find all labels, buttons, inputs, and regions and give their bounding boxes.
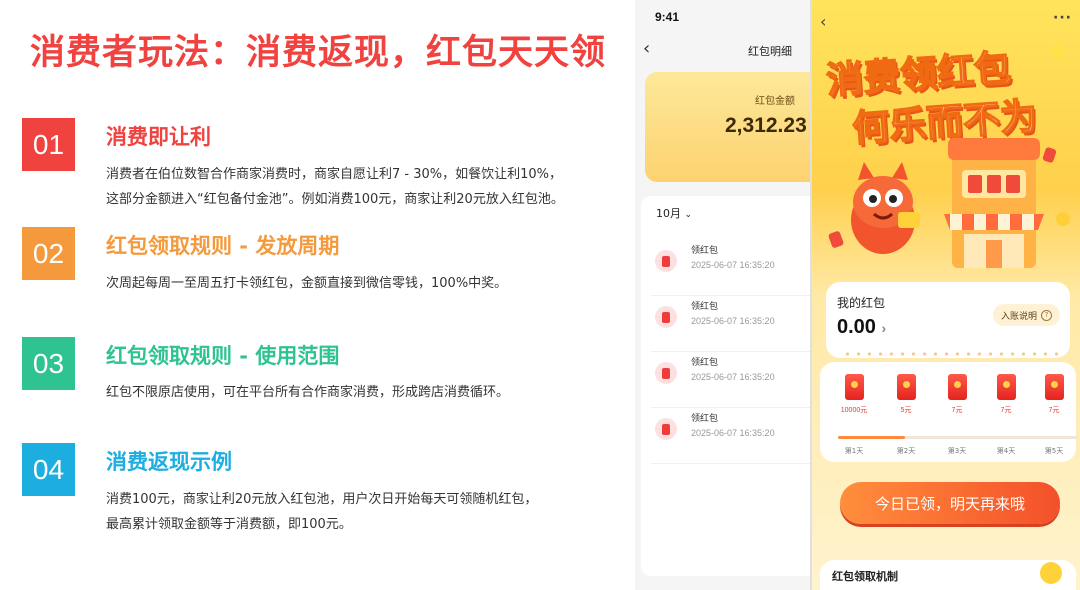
chevron-left-icon[interactable]: ‹ bbox=[820, 12, 826, 31]
dotted-divider bbox=[842, 352, 1062, 356]
day-label: 第4天 bbox=[996, 447, 1016, 455]
section-text-line: 红包不限原店使用，可在平台所有合作商家消费，形成跨店消费循环。 bbox=[106, 385, 510, 400]
chevron-left-icon[interactable]: ‹ bbox=[643, 38, 650, 59]
mascot-illustration bbox=[851, 162, 920, 254]
month-filter-label: 10月 bbox=[656, 207, 681, 220]
section-text-line: 最高累计领取金额等于消费额，即100元。 bbox=[106, 517, 352, 532]
red-envelope-icon bbox=[655, 418, 677, 440]
section-4: 04 消费返现示例 消费100元，商家让利20元放入红包池，用户次日开始每天可领… bbox=[22, 443, 622, 533]
claim-status-button[interactable]: 今日已领，明天再来哦 bbox=[840, 482, 1060, 524]
list-item[interactable]: 领红包 2025-06-07 16:35:20 bbox=[651, 352, 810, 408]
day-label: 第1天 bbox=[844, 447, 864, 455]
section-heading: 红包领取规则 - 使用范围 bbox=[106, 344, 340, 368]
red-envelope-icon bbox=[655, 250, 677, 272]
section-heading: 红包领取规则 - 发放周期 bbox=[106, 234, 340, 258]
balance-label: 红包金额 bbox=[755, 96, 795, 107]
red-envelope-icon bbox=[844, 374, 864, 400]
red-envelope-icon bbox=[1044, 374, 1064, 400]
red-envelope-icon bbox=[947, 374, 967, 400]
record-time: 2025-06-07 16:35:20 bbox=[691, 372, 775, 382]
day-amount: 10000元 bbox=[840, 407, 868, 414]
section-number-badge: 03 bbox=[22, 337, 75, 390]
slide-title: 消费者玩法：消费返现，红包天天领 bbox=[30, 33, 607, 73]
daily-red-packets-panel: 10000元 5元 7元 7元 7元 第1天 第2天 第3天 第4天 第5天 bbox=[820, 362, 1078, 462]
section-text-line: 消费100元，商家让利20元放入红包池，用户次日开始每天可领随机红包， bbox=[106, 492, 538, 507]
day-label: 第5天 bbox=[1044, 447, 1064, 455]
claim-red-packet-screen: ‹ ··· 消费领红包 何乐而不为 我的红包 0.00 › 入账说明 ? 100… bbox=[810, 0, 1080, 590]
section-heading: 消费返现示例 bbox=[106, 450, 232, 474]
mechanism-title: 红包领取机制 bbox=[832, 570, 898, 583]
section-1: 01 消费即让利 消费者在伯位数智合作商家消费时，商家自愿让利7 - 30%，如… bbox=[22, 118, 622, 208]
progress-track bbox=[838, 436, 1078, 439]
list-item[interactable]: 领红包 2025-06-07 16:35:20 bbox=[651, 296, 810, 352]
section-number-badge: 04 bbox=[22, 443, 75, 496]
record-name: 领红包 bbox=[691, 246, 719, 256]
section-text-line: 这部分金额进入“红包备付金池”。例如消费100元，商家让利20元放入红包池。 bbox=[106, 192, 564, 207]
my-red-packet-label: 我的红包 bbox=[837, 296, 886, 310]
day-item: 5元 bbox=[886, 374, 926, 415]
red-envelope-icon bbox=[896, 374, 916, 400]
status-bar-time: 9:41 bbox=[655, 10, 680, 24]
section-3: 03 红包领取规则 - 使用范围 红包不限原店使用，可在平台所有合作商家消费，形… bbox=[22, 337, 622, 400]
day-label: 第2天 bbox=[896, 447, 916, 455]
account-info-label: 入账说明 bbox=[1000, 311, 1037, 322]
record-name: 领红包 bbox=[691, 302, 719, 312]
section-text-line: 次周起每周一至周五打卡领红包，金额直接到微信零钱，100%中奖。 bbox=[106, 276, 508, 291]
account-info-button[interactable]: 入账说明 ? bbox=[992, 304, 1060, 326]
record-list: 10月 ⌄ 领红包 2025-06-07 16:35:20 领红包 2025-0… bbox=[641, 196, 810, 576]
record-name: 领红包 bbox=[691, 414, 719, 424]
shop-illustration bbox=[944, 138, 1044, 268]
section-heading: 消费即让利 bbox=[106, 125, 211, 149]
star-mascot-icon bbox=[1046, 40, 1070, 62]
list-item[interactable]: 领红包 2025-06-07 16:35:20 bbox=[651, 408, 810, 464]
day-amount: 7元 bbox=[1000, 407, 1012, 414]
mascot-face-icon bbox=[1040, 562, 1062, 584]
question-icon: ? bbox=[1041, 309, 1052, 321]
more-icon[interactable]: ··· bbox=[1053, 10, 1072, 26]
day-item: 7元 bbox=[986, 374, 1026, 415]
red-envelope-icon bbox=[655, 306, 677, 328]
progress-fill bbox=[838, 436, 906, 439]
red-envelope-icon bbox=[655, 362, 677, 384]
record-time: 2025-06-07 16:35:20 bbox=[691, 260, 775, 270]
day-amount: 5元 bbox=[900, 407, 912, 414]
list-item[interactable]: 领红包 2025-06-07 16:35:20 bbox=[651, 240, 810, 296]
record-time: 2025-06-07 16:35:20 bbox=[691, 428, 775, 438]
section-text-line: 消费者在伯位数智合作商家消费时，商家自愿让利7 - 30%，如餐饮让利10%， bbox=[106, 167, 563, 182]
section-number-badge: 01 bbox=[22, 118, 75, 171]
day-amount: 7元 bbox=[1048, 407, 1060, 414]
chevron-right-icon: › bbox=[881, 320, 887, 336]
section-2: 02 红包领取规则 - 发放周期 次周起每周一至周五打卡领红包，金额直接到微信零… bbox=[22, 227, 622, 291]
day-amount: 7元 bbox=[951, 407, 963, 414]
my-red-packet-card: 我的红包 0.00 › 入账说明 ? bbox=[826, 282, 1070, 358]
red-envelope-icon bbox=[996, 374, 1016, 400]
my-red-packet-amount[interactable]: 0.00 › bbox=[837, 316, 886, 339]
record-name: 领红包 bbox=[691, 358, 719, 368]
record-time: 2025-06-07 16:35:20 bbox=[691, 316, 775, 326]
page-title: 红包明细 bbox=[748, 45, 792, 58]
floating-red-envelope-icon bbox=[1042, 146, 1057, 164]
section-number-badge: 02 bbox=[22, 227, 75, 280]
my-red-packet-value: 0.00 bbox=[837, 316, 876, 338]
day-item: 10000元 bbox=[834, 374, 874, 415]
red-packet-detail-screen: 9:41 ‹ 红包明细 红包金额 2,312.23 10月 ⌄ 领红包 2025… bbox=[635, 0, 810, 590]
day-label: 第3天 bbox=[947, 447, 967, 455]
month-filter[interactable]: 10月 ⌄ bbox=[656, 205, 692, 221]
balance-card: 红包金额 2,312.23 bbox=[645, 72, 810, 182]
day-item: 7元 bbox=[1034, 374, 1074, 415]
day-item: 7元 bbox=[937, 374, 977, 415]
floating-coin-icon bbox=[1056, 212, 1070, 226]
mechanism-panel: 红包领取机制 bbox=[820, 560, 1076, 590]
chevron-down-icon: ⌄ bbox=[684, 210, 693, 220]
balance-amount: 2,312.23 bbox=[725, 114, 807, 137]
